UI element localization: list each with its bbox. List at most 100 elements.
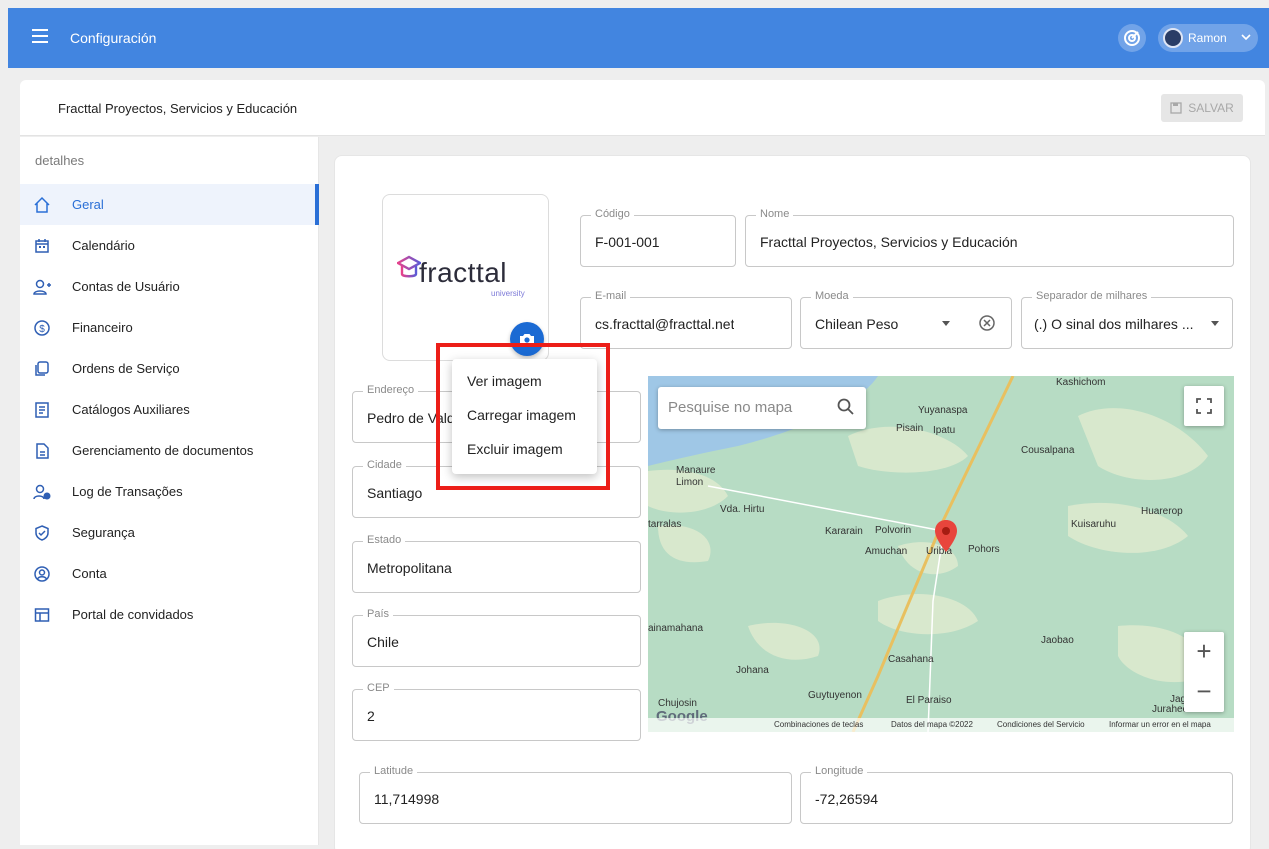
add-user-icon	[32, 277, 52, 297]
sidebar-item-gerenciamento-de-documentos[interactable]: Gerenciamento de documentos	[20, 430, 319, 471]
dollar-icon: $	[32, 318, 52, 338]
sidebar-item-calendario[interactable]: Calendário	[20, 225, 319, 266]
codigo-value: F-001-001	[595, 234, 660, 250]
portal-icon	[32, 605, 52, 625]
sidebar-item-conta[interactable]: Conta	[20, 553, 319, 594]
sidebar-item-geral[interactable]: Geral	[20, 184, 319, 225]
nome-value: Fracttal Proyectos, Servicios y Educació…	[760, 234, 1018, 250]
top-app-bar: Configuración Ramon	[8, 8, 1269, 68]
sidebar-item-ordens-de-servico[interactable]: Ordens de Serviço	[20, 348, 319, 389]
map-place-label: Johana	[736, 665, 769, 676]
email-value: cs.fracttal@fracttal.net	[595, 316, 735, 332]
hamburger-menu-icon[interactable]	[32, 29, 48, 43]
document-icon	[32, 441, 52, 461]
user-log-icon	[32, 482, 52, 502]
codigo-field[interactable]: Código F-001-001	[580, 208, 736, 267]
home-icon	[32, 195, 52, 215]
latitude-value: 11,714998	[374, 791, 440, 807]
map[interactable]: Kashichom Yuyanaspa Pisain Ipatu Cousalp…	[648, 376, 1234, 732]
zoom-out-button[interactable]: −	[1196, 672, 1211, 712]
sidebar-item-contas-de-usuario[interactable]: Contas de Usuário	[20, 266, 319, 307]
map-data-text: Datos del mapa ©2022	[891, 720, 973, 729]
sidebar-item-seguranca[interactable]: Segurança	[20, 512, 319, 553]
separador-label: Separador de milhares	[1032, 290, 1152, 302]
sidebar-item-label: Portal de convidados	[72, 607, 194, 622]
moeda-value: Chilean Peso	[815, 316, 899, 332]
avatar	[1163, 28, 1183, 48]
latitude-field[interactable]: Latitude 11,714998	[359, 765, 792, 824]
dropdown-arrow-icon[interactable]	[942, 321, 950, 326]
sidebar-item-log-de-transacoes[interactable]: Log de Transações	[20, 471, 319, 512]
map-search-input[interactable]: Pesquise no mapa	[668, 399, 792, 416]
account-icon	[32, 564, 52, 584]
dropdown-arrow-icon[interactable]	[1211, 321, 1219, 326]
save-icon	[1170, 102, 1182, 114]
user-name: Ramon	[1188, 31, 1227, 45]
keyboard-shortcuts-link[interactable]: Combinaciones de teclas	[774, 720, 863, 729]
map-place-label: Kashichom	[1056, 377, 1106, 388]
page-header: Fracttal Proyectos, Servicios y Educació…	[20, 80, 1265, 136]
cep-field[interactable]: CEP 2	[352, 682, 641, 741]
sidebar-item-catalogos-auxiliares[interactable]: Catálogos Auxiliares	[20, 389, 319, 430]
search-icon[interactable]	[836, 397, 856, 420]
sidebar-heading: detalhes	[35, 153, 85, 168]
cidade-label: Cidade	[363, 459, 406, 471]
map-search-box[interactable]: Pesquise no mapa	[658, 387, 866, 429]
estado-label: Estado	[363, 534, 406, 546]
endereco-label: Endereço	[363, 384, 419, 396]
app-title: Configuración	[70, 30, 157, 46]
cidade-value: Santiago	[367, 485, 423, 501]
sidebar-nav: Geral Calendário Contas de Usuário $ Fin…	[20, 184, 319, 635]
latitude-label: Latitude	[370, 765, 418, 777]
pais-field[interactable]: País Chile	[352, 608, 641, 667]
map-place-label: Kararain	[825, 526, 863, 537]
moeda-select[interactable]: Moeda Chilean Peso	[800, 290, 1012, 349]
longitude-field[interactable]: Longitude -72,26594	[800, 765, 1233, 824]
zoom-in-button[interactable]: +	[1196, 632, 1211, 672]
fullscreen-icon[interactable]	[1184, 386, 1224, 426]
work-order-icon	[32, 359, 52, 379]
map-attribution: Combinaciones de teclas Datos del mapa ©…	[648, 718, 1234, 732]
map-pin-icon[interactable]	[934, 519, 958, 556]
save-button-label: SALVAR	[1188, 101, 1234, 115]
map-place-label: Limon	[676, 477, 704, 488]
highlight-box	[436, 343, 610, 490]
svg-text:$: $	[39, 324, 45, 335]
separador-milhares-select[interactable]: Separador de milhares (.) O sinal dos mi…	[1021, 290, 1233, 349]
map-place-label: Pohors	[968, 544, 1000, 555]
sidebar-item-financeiro[interactable]: $ Financeiro	[20, 307, 319, 348]
cep-value: 2	[367, 708, 375, 724]
map-place-label: Yuyanaspa	[918, 405, 968, 416]
pais-label: País	[363, 608, 394, 620]
user-menu[interactable]: Ramon	[1158, 24, 1258, 52]
logo-wordmark: fracttal	[419, 257, 508, 288]
logo-subtitle: university	[491, 289, 525, 298]
chevron-down-icon	[1240, 30, 1252, 47]
goal-target-icon[interactable]	[1118, 24, 1146, 52]
nome-field[interactable]: Nome Fracttal Proyectos, Servicios y Edu…	[745, 208, 1234, 267]
map-place-label: tarralas	[648, 519, 682, 530]
save-button[interactable]: SALVAR	[1161, 94, 1243, 122]
email-label: E-mail	[591, 290, 631, 302]
moeda-label: Moeda	[811, 290, 853, 302]
map-place-label: ainamahana	[648, 623, 704, 634]
sidebar-item-portal-de-convidados[interactable]: Portal de convidados	[20, 594, 319, 635]
email-field[interactable]: E-mail cs.fracttal@fracttal.net	[580, 290, 792, 349]
clear-icon[interactable]	[978, 314, 996, 332]
cep-label: CEP	[363, 682, 394, 694]
longitude-value: -72,26594	[815, 791, 879, 807]
terms-link[interactable]: Condiciones del Servicio	[997, 720, 1085, 729]
sidebar-item-label: Gerenciamento de documentos	[72, 443, 254, 458]
map-place-label: Manaure	[676, 465, 716, 476]
calendar-icon	[32, 236, 52, 256]
report-error-link[interactable]: Informar un error en el mapa	[1109, 720, 1211, 729]
map-place-label: Jaobao	[1041, 635, 1074, 646]
separador-value: (.) O sinal dos milhares ...	[1034, 316, 1194, 332]
map-place-label: El Paraiso	[906, 695, 952, 706]
estado-field[interactable]: Estado Metropolitana	[352, 534, 641, 593]
map-place-label: Cousalpana	[1021, 445, 1075, 456]
map-place-label: Amuchan	[865, 546, 908, 557]
sidebar-item-label: Calendário	[72, 238, 135, 253]
sidebar-item-label: Log de Transações	[72, 484, 183, 499]
map-place-label: Huarerop	[1141, 506, 1183, 517]
